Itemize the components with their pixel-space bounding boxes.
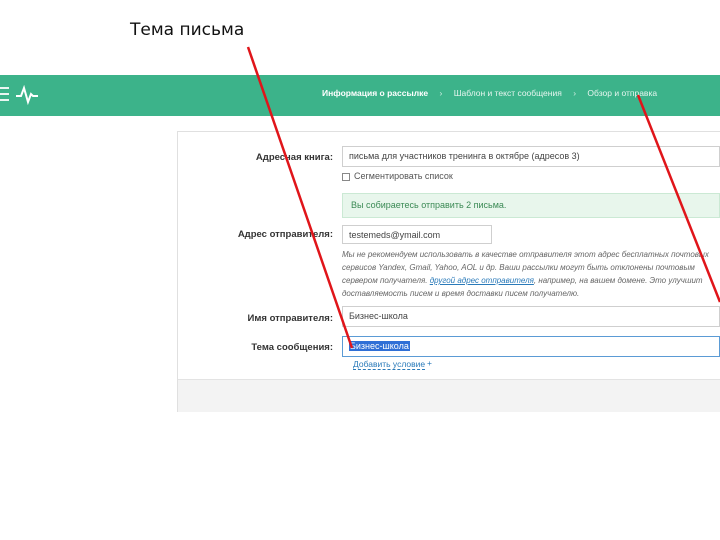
add-condition-plus-icon[interactable]: + <box>427 358 432 368</box>
step-separator: › <box>439 88 443 98</box>
sender-name-input[interactable]: Бизнес-школа <box>342 306 720 327</box>
hamburger-menu-icon[interactable] <box>0 87 9 103</box>
slide-title: Тема письма <box>130 20 245 40</box>
pulse-logo-icon[interactable] <box>16 85 38 105</box>
sender-name-label: Имя отправителя: <box>247 313 333 324</box>
address-book-label: Адресная книга: <box>255 152 333 163</box>
step-review-send[interactable]: Обзор и отправка <box>587 88 657 98</box>
sender-warning: Мы не рекомендуем использовать в качеств… <box>342 248 720 300</box>
send-count-notice: Вы собираетесь отправить 2 письма. <box>342 193 720 218</box>
step-separator: › <box>573 88 577 98</box>
step-mailing-info[interactable]: Информация о рассылке <box>322 88 428 98</box>
sender-address-label: Адрес отправителя: <box>237 229 333 240</box>
subject-selected-text: Бизнес-школа <box>349 341 410 351</box>
other-sender-link[interactable]: другой адрес отправителя <box>430 276 534 285</box>
step-template-text[interactable]: Шаблон и текст сообщения <box>454 88 562 98</box>
subject-label: Тема сообщения: <box>251 342 333 353</box>
add-condition-link[interactable]: Добавить условие <box>353 359 426 370</box>
segment-checkbox-label: Сегментировать список <box>354 171 453 181</box>
segment-checkbox[interactable] <box>342 172 350 181</box>
sender-address-input[interactable]: testemeds@ymail.com <box>342 225 492 244</box>
wizard-steps: Информация о рассылке › Шаблон и текст с… <box>322 88 657 98</box>
segment-checkbox-row[interactable]: Сегментировать список <box>342 171 453 181</box>
subject-input[interactable]: Бизнес-школа <box>342 336 720 357</box>
top-navigation-bar: Информация о рассылке › Шаблон и текст с… <box>0 75 720 116</box>
address-book-select[interactable]: письма для участников тренинга в октябре… <box>342 146 720 167</box>
